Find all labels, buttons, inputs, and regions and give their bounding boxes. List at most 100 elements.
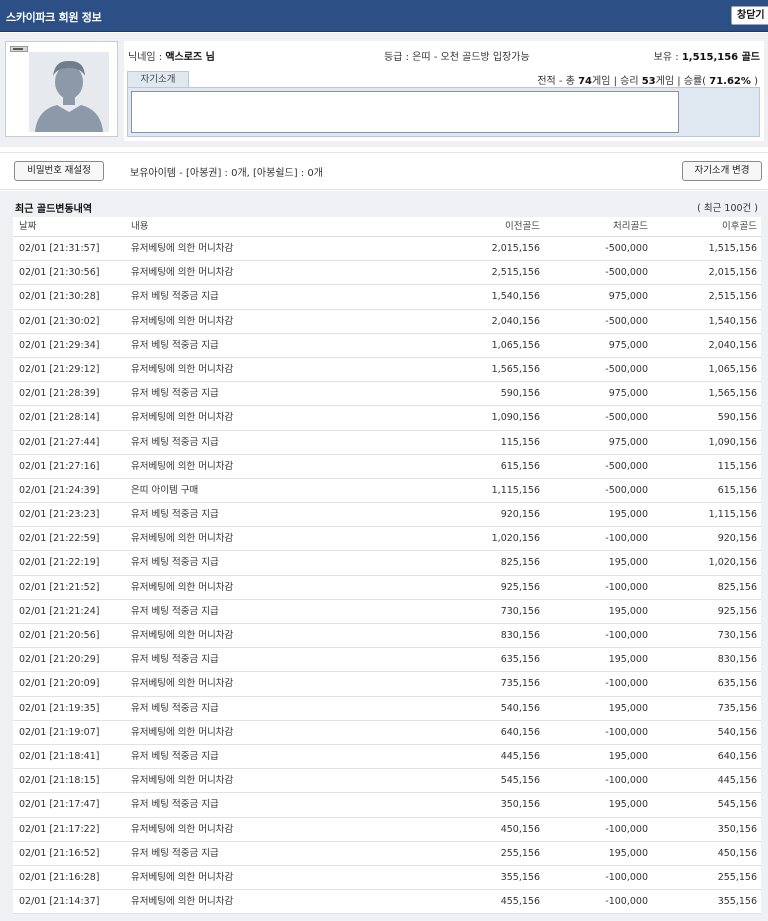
column-header-desc: 내용	[131, 221, 149, 232]
prev-gold-cell: 1,540,156	[491, 291, 540, 303]
after-gold-cell: 830,156	[717, 654, 757, 666]
games-unit: 게임 | 승리	[592, 76, 642, 87]
processed-gold-cell: 195,000	[608, 509, 648, 521]
after-gold-cell: 115,156	[717, 460, 757, 472]
table-row: 02/01 [21:22:19] 유저 베팅 적중금 지급 825,156 195,0…	[13, 551, 761, 576]
date-cell: 02/01 [21:18:15]	[19, 775, 100, 787]
after-gold-cell: 350,156	[717, 823, 757, 835]
table-row: 02/01 [21:27:16] 유저베팅에 의한 머니차감 615,156 -500…	[13, 455, 761, 479]
table-row: 02/01 [21:20:29] 유저 베팅 적중금 지급 635,156 195,0…	[13, 648, 761, 673]
table-row: 02/01 [21:31:57] 유저베팅에 의한 머니차감 2,015,156 -5…	[13, 237, 761, 262]
desc-cell: 유저베팅에 의한 머니차감	[131, 871, 234, 883]
table-row: 02/01 [21:24:39] 은띠 아이템 구매 1,115,156 -500,0…	[13, 479, 761, 504]
tab-self-intro[interactable]: 자기소개	[127, 71, 189, 87]
prev-gold-cell: 255,156	[500, 847, 540, 859]
table-row: 02/01 [21:27:44] 유저 베팅 적중금 지급 115,156 975,0…	[13, 431, 761, 455]
history-title: 최근 골드변동내역	[15, 204, 93, 215]
after-gold-cell: 920,156	[717, 533, 757, 545]
after-gold-cell: 1,020,156	[708, 557, 757, 569]
prev-gold-cell: 540,156	[500, 702, 540, 714]
processed-gold-cell: -500,000	[605, 243, 648, 254]
prev-gold-cell: 455,156	[500, 896, 540, 908]
prev-gold-cell: 450,156	[500, 823, 540, 835]
prev-gold-cell: 615,156	[500, 460, 540, 472]
after-gold-cell: 2,515,156	[708, 291, 757, 303]
date-cell: 02/01 [21:27:44]	[19, 436, 100, 448]
owned-items-text: 보유아이템 - [아봉권] : 0개, [아봉쉴드] : 0개	[130, 168, 323, 179]
after-gold-cell: 445,156	[717, 775, 757, 787]
processed-gold-cell: -500,000	[605, 315, 648, 327]
date-cell: 02/01 [21:28:39]	[19, 388, 100, 400]
prev-gold-cell: 1,020,156	[491, 533, 540, 545]
column-header-after-gold: 이후골드	[722, 221, 757, 232]
desc-cell: 유저베팅에 의한 머니차감	[131, 630, 234, 641]
table-row: 02/01 [21:29:34] 유저 베팅 적중금 지급 1,065,156 975…	[13, 334, 761, 358]
table-row: 02/01 [21:23:23] 유저 베팅 적중금 지급 920,156 195,0…	[13, 503, 761, 528]
desc-cell: 유저 베팅 적중금 지급	[131, 654, 219, 666]
record-stats: 전적 - 총 74게임 | 승리 53게임 | 승률( 71.62% )	[537, 72, 758, 87]
after-gold-cell: 2,040,156	[708, 339, 757, 351]
stats-prefix: 전적 - 총	[537, 76, 579, 87]
date-cell: 02/01 [21:24:39]	[19, 484, 100, 496]
processed-gold-cell: 195,000	[608, 654, 648, 666]
total-games: 74	[578, 76, 592, 87]
after-gold-cell: 540,156	[717, 726, 757, 738]
after-gold-cell: 2,015,156	[708, 267, 757, 279]
processed-gold-cell: -100,000	[605, 630, 648, 641]
desc-cell: 유저베팅에 의한 머니차감	[131, 533, 234, 545]
table-row: 02/01 [21:29:12] 유저베팅에 의한 머니차감 1,565,156 -5…	[13, 358, 761, 383]
self-intro-textbox	[131, 91, 679, 133]
date-cell: 02/01 [21:28:14]	[19, 412, 100, 424]
processed-gold-cell: -500,000	[605, 363, 648, 375]
prev-gold-cell: 2,515,156	[491, 267, 540, 279]
prev-gold-cell: 730,156	[500, 605, 540, 617]
date-cell: 02/01 [21:21:52]	[19, 581, 100, 593]
date-cell: 02/01 [21:14:37]	[19, 896, 100, 908]
holding-label: 보유 :	[653, 52, 682, 63]
processed-gold-cell: 975,000	[608, 339, 648, 351]
table-row: 02/01 [21:20:09] 유저베팅에 의한 머니차감 735,156 -100…	[13, 672, 761, 697]
date-cell: 02/01 [21:22:59]	[19, 533, 100, 545]
self-intro-area	[127, 87, 760, 137]
after-gold-cell: 450,156	[717, 847, 757, 859]
processed-gold-cell: -100,000	[605, 581, 648, 593]
after-gold-cell: 1,065,156	[708, 363, 757, 375]
holding-row: 보유 : 1,515,156 골드	[653, 48, 760, 63]
table-row: 02/01 [21:18:41] 유저 베팅 적중금 지급 445,156 195,0…	[13, 745, 761, 770]
table-row: 02/01 [21:20:56] 유저베팅에 의한 머니차감 830,156 -100…	[13, 624, 761, 649]
after-gold-cell: 735,156	[717, 702, 757, 714]
desc-cell: 유저 베팅 적중금 지급	[131, 702, 219, 714]
processed-gold-cell: 975,000	[608, 436, 648, 448]
after-gold-cell: 1,540,156	[708, 315, 757, 327]
stats-suffix: )	[750, 76, 758, 87]
gold-history-table: 날짜 내용 이전골드 처리골드 이후골드 02/01 [21:31:57] 유저베…	[13, 217, 761, 915]
prev-gold-cell: 925,156	[500, 581, 540, 593]
grade-row: 등급 : 은띠 - 오천 골드방 입장가능	[384, 48, 530, 63]
after-gold-cell: 615,156	[717, 484, 757, 496]
date-cell: 02/01 [21:17:22]	[19, 823, 100, 835]
after-gold-cell: 1,115,156	[708, 509, 757, 521]
reset-password-button[interactable]: 비밀번호 재설정	[14, 161, 104, 181]
close-window-button[interactable]: 창닫기	[731, 6, 768, 25]
grade-note: - 오천 골드방 입장가능	[430, 52, 530, 63]
title-bar: 스카이파크 회원 정보 창닫기	[0, 0, 768, 32]
gold-history-section: 최근 골드변동내역 ( 최근 100건 ) 날짜 내용 이전골드 처리골드 이후…	[0, 191, 768, 921]
processed-gold-cell: -100,000	[605, 726, 648, 738]
after-gold-cell: 635,156	[717, 678, 757, 690]
date-cell: 02/01 [21:30:56]	[19, 267, 100, 279]
column-header-prev-gold: 이전골드	[505, 221, 540, 232]
date-cell: 02/01 [21:17:47]	[19, 799, 100, 811]
table-row: 02/01 [21:28:39] 유저 베팅 적중금 지급 590,156 975,0…	[13, 382, 761, 407]
desc-cell: 유저베팅에 의한 머니차감	[131, 267, 234, 279]
after-gold-cell: 255,156	[717, 871, 757, 883]
profile-info-panel: 닉네임 : 액스로즈 님 등급 : 은띠 - 오천 골드방 입장가능 보유 : …	[124, 41, 764, 141]
history-count: ( 최근 100건 )	[697, 203, 758, 214]
desc-cell: 유저 베팅 적중금 지급	[131, 750, 219, 762]
desc-cell: 유저베팅에 의한 머니차감	[131, 581, 234, 593]
edit-intro-button[interactable]: 자기소개 변경	[682, 161, 762, 181]
processed-gold-cell: -100,000	[605, 678, 648, 690]
nickname-label: 닉네임 :	[128, 52, 166, 63]
win-rate: 71.62%	[709, 76, 751, 87]
processed-gold-cell: 195,000	[608, 847, 648, 859]
after-gold-cell: 640,156	[717, 750, 757, 762]
